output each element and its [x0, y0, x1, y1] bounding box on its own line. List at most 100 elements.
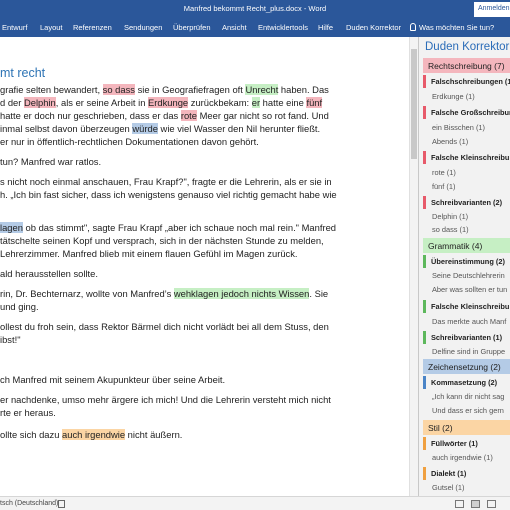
- text-run: h. „Ich bin fast sicher, dass ich wenigs…: [0, 189, 337, 200]
- flagged-text[interactable]: er: [251, 97, 261, 108]
- subcategory[interactable]: Dialekt (1): [423, 467, 510, 480]
- category-zeichensetzung[interactable]: Zeichensetzung (2): [423, 359, 510, 374]
- doc-line: rte er heraus.: [0, 406, 56, 419]
- subcategory[interactable]: Füllwörter (1): [423, 437, 510, 450]
- duden-korrektor-pane: Duden Korrektor Rechtschreibung (7) Fals…: [418, 37, 510, 496]
- text-run: er nur in öffentlich-rechtlichen Dokumen…: [0, 136, 259, 147]
- subcategory[interactable]: Falsche Kleinschreibung: [423, 300, 510, 313]
- flagged-text[interactable]: Delphin: [23, 97, 56, 108]
- subcategory[interactable]: Kommasetzung (2): [423, 376, 510, 389]
- tab-entwicklertools[interactable]: Entwicklertools: [258, 23, 308, 32]
- scrollbar-thumb[interactable]: [411, 49, 417, 159]
- flagged-text[interactable]: würde: [132, 123, 158, 134]
- lightbulb-icon: [410, 23, 416, 31]
- ribbon-tabs: Entwurf Layout Referenzen Sendungen Über…: [0, 19, 510, 37]
- text-run: zurückbekam:: [188, 97, 252, 108]
- text-run: sie in Geografiefragen oft: [134, 84, 246, 95]
- subcategory[interactable]: Schreibvarianten (1): [423, 331, 510, 344]
- text-run: ollte sich dazu: [0, 429, 63, 440]
- doc-line: tätschelte seinen Kopf und versprach, si…: [0, 234, 324, 247]
- print-layout-icon[interactable]: [471, 500, 480, 508]
- tab-hilfe[interactable]: Hilfe: [318, 23, 333, 32]
- text-run: ibst!": [0, 334, 21, 345]
- flagged-text[interactable]: so dass: [102, 84, 135, 95]
- subcategory[interactable]: Falsche Kleinschreibung: [423, 151, 510, 164]
- subcategory[interactable]: Schreibvarianten (2): [423, 196, 510, 209]
- error-item[interactable]: „Ich kann dir nicht sag: [432, 392, 504, 401]
- document-page[interactable]: mt recht grafie selten bewandert, so das…: [0, 37, 418, 496]
- flagged-text[interactable]: Erdkunge: [148, 97, 189, 108]
- tab-ansicht[interactable]: Ansicht: [222, 23, 247, 32]
- subcategory[interactable]: Übereinstimmung (2): [423, 255, 510, 268]
- tab-referenzen[interactable]: Referenzen: [73, 23, 112, 32]
- flagged-text[interactable]: wehklagen jedoch nichts Wissen: [173, 288, 310, 299]
- error-item[interactable]: so dass (1): [432, 225, 469, 234]
- tell-me-search[interactable]: Was möchten Sie tun?: [410, 23, 494, 32]
- doc-line: h. „Ich bin fast sicher, dass ich wenigs…: [0, 188, 337, 201]
- tab-duden-korrektor[interactable]: Duden Korrektor: [346, 23, 401, 32]
- doc-line: s nicht noch einmal anschauen, Frau Krap…: [0, 175, 332, 188]
- doc-line: er nur in öffentlich-rechtlichen Dokumen…: [0, 135, 259, 148]
- tab-layout[interactable]: Layout: [40, 23, 63, 32]
- category-stil[interactable]: Stil (2): [423, 420, 510, 435]
- error-item[interactable]: Erdkunge (1): [432, 92, 475, 101]
- doc-line: rin, Dr. Bechternarz, wollte von Manfred…: [0, 287, 328, 300]
- text-run: er nachdenke, umso mehr ärgere ich mich!…: [0, 394, 331, 405]
- doc-line: ald herausstellen sollte.: [0, 267, 98, 280]
- tab-entwurf[interactable]: Entwurf: [2, 23, 27, 32]
- flagged-text[interactable]: fünf: [306, 97, 323, 108]
- text-run: Lehrerzimmer. Manfred blieb mit einem fl…: [0, 248, 298, 259]
- doc-line: hatte er doch nur geschrieben, dass er d…: [0, 109, 329, 122]
- text-run: s nicht noch einmal anschauen, Frau Krap…: [0, 176, 332, 187]
- text-run: inmal selbst davon überzeugen: [0, 123, 133, 134]
- error-item[interactable]: fünf (1): [432, 182, 455, 191]
- text-run: haben. Das: [278, 84, 329, 95]
- error-item[interactable]: Seine Deutschlehrerin: [432, 271, 505, 280]
- flagged-text[interactable]: auch irgendwie: [62, 429, 126, 440]
- text-run: tätschelte seinen Kopf und versprach, si…: [0, 235, 324, 246]
- flagged-text[interactable]: lagen: [0, 222, 23, 233]
- sign-in-button[interactable]: Anmelden: [474, 2, 510, 17]
- error-item[interactable]: Delphin (1): [432, 212, 468, 221]
- error-item[interactable]: Und dass er sich gern: [432, 406, 504, 415]
- doc-line: Lehrerzimmer. Manfred blieb mit einem fl…: [0, 247, 298, 260]
- title-bar: Manfred bekommt Recht_plus.docx - Word A…: [0, 0, 510, 19]
- text-run: ald herausstellen sollte.: [0, 268, 98, 279]
- vertical-scrollbar[interactable]: [409, 37, 418, 496]
- doc-line: inmal selbst davon überzeugen würde wie …: [0, 122, 320, 135]
- status-bar: tsch (Deutschland): [0, 496, 510, 510]
- text-run: , als er seine Arbeit in: [55, 97, 149, 108]
- web-layout-icon[interactable]: [487, 500, 496, 508]
- error-item[interactable]: Aber was sollten er tun: [432, 285, 507, 294]
- flagged-text[interactable]: rote: [180, 110, 197, 121]
- error-item[interactable]: ein Bisschen (1): [432, 123, 485, 132]
- doc-line: ollest du froh sein, dass Rektor Bärmel …: [0, 320, 329, 333]
- read-mode-icon[interactable]: [455, 500, 464, 508]
- subcategory[interactable]: Falschschreibungen (1): [423, 75, 510, 88]
- doc-line: ollte sich dazu auch irgendwie nicht äuß…: [0, 428, 182, 441]
- category-grammatik[interactable]: Grammatik (4): [423, 238, 510, 253]
- window-title: Manfred bekommt Recht_plus.docx - Word: [183, 4, 327, 13]
- text-run: hatte er doch nur geschrieben, dass er d…: [0, 110, 181, 121]
- tab-sendungen[interactable]: Sendungen: [124, 23, 162, 32]
- error-item[interactable]: Delfine sind in Gruppe: [432, 347, 505, 356]
- language-status[interactable]: tsch (Deutschland): [0, 500, 58, 507]
- subcategory[interactable]: Falsche Großschreibung: [423, 106, 510, 119]
- error-item[interactable]: rote (1): [432, 168, 456, 177]
- text-run: tun? Manfred war ratlos.: [0, 156, 102, 167]
- tell-me-label: Was möchten Sie tun?: [419, 23, 495, 32]
- text-run: ollest du froh sein, dass Rektor Bärmel …: [0, 321, 329, 332]
- text-run: und ging.: [0, 301, 39, 312]
- flagged-text[interactable]: Unrecht: [245, 84, 279, 95]
- category-rechtschreibung[interactable]: Rechtschreibung (7): [423, 58, 510, 73]
- proofing-icon[interactable]: [58, 500, 65, 508]
- error-item[interactable]: auch irgendwie (1): [432, 453, 493, 462]
- error-item[interactable]: Das merkte auch Manf: [432, 317, 506, 326]
- tab-ueberpruefen[interactable]: Überprüfen: [173, 23, 211, 32]
- error-item[interactable]: Abends (1): [432, 137, 468, 146]
- text-run: . Sie: [309, 288, 329, 299]
- doc-line: d der Delphin, als er seine Arbeit in Er…: [0, 96, 323, 109]
- error-item[interactable]: Gutsel (1): [432, 483, 464, 492]
- text-run: ch Manfred mit seinem Akupunkteur über s…: [0, 374, 226, 385]
- text-run: rte er heraus.: [0, 407, 56, 418]
